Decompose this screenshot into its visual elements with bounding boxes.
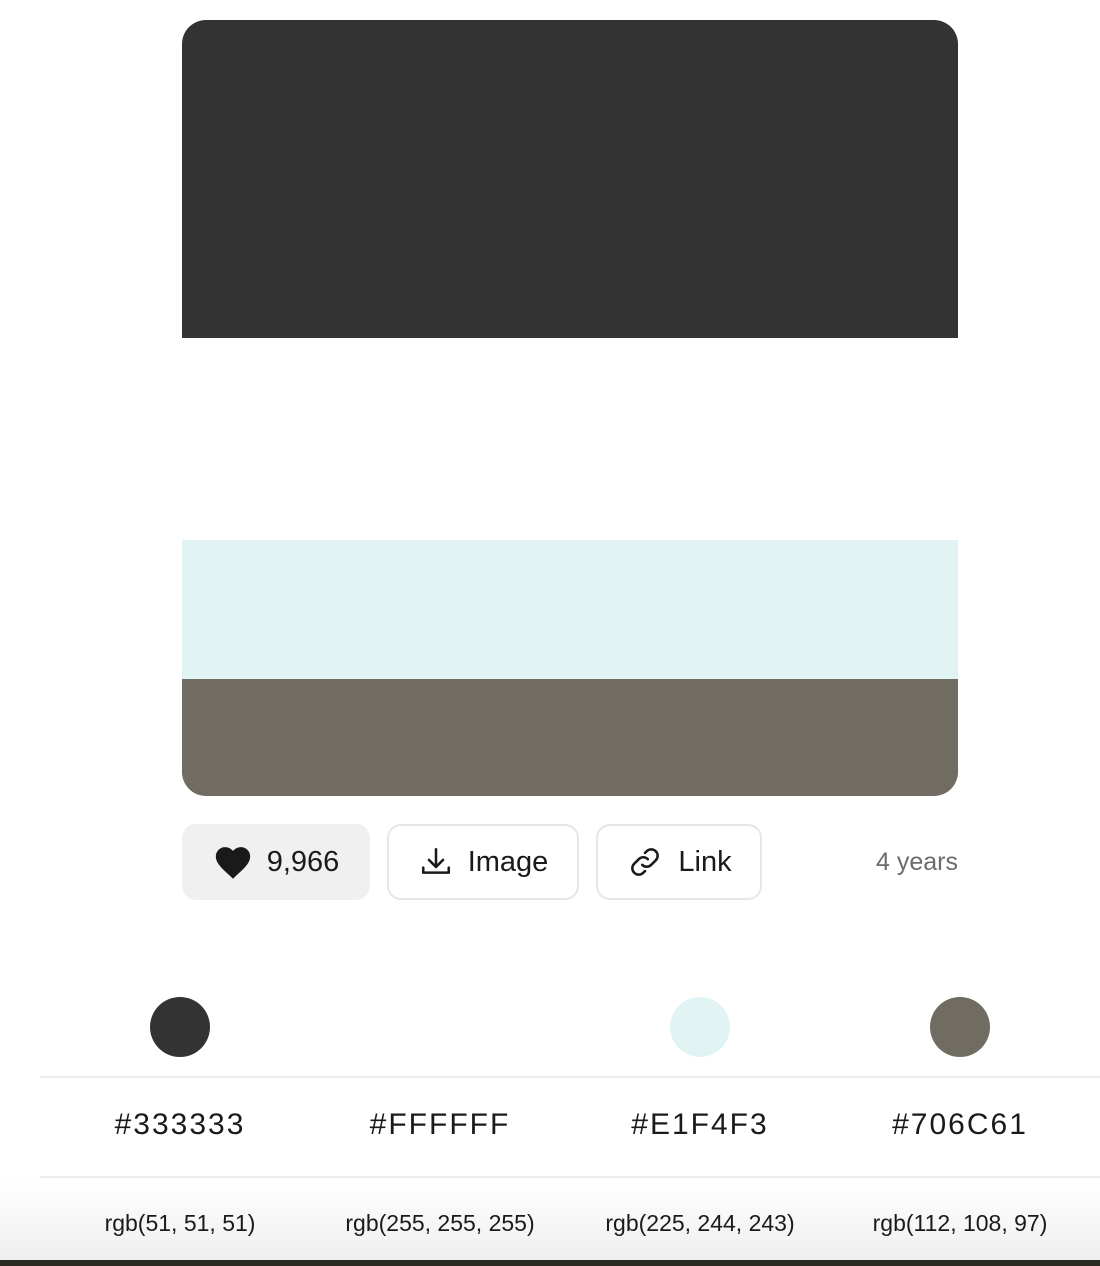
- divider: [40, 1076, 1100, 1078]
- download-image-button[interactable]: Image: [387, 824, 579, 900]
- palette-swatch-3[interactable]: [182, 540, 958, 679]
- palette-actions: 9,966 Image Link 4 years: [182, 824, 958, 900]
- color-dot-3[interactable]: [670, 997, 730, 1057]
- rgb-value-1[interactable]: rgb(51, 51, 51): [50, 1210, 310, 1237]
- hex-value-4[interactable]: #706C61: [830, 1108, 1090, 1142]
- color-dot-1[interactable]: [150, 997, 210, 1057]
- color-dot-2[interactable]: [410, 997, 470, 1057]
- color-dot-4[interactable]: [930, 997, 990, 1057]
- link-icon: [626, 845, 664, 879]
- download-image-label: Image: [467, 845, 549, 878]
- rgb-value-2[interactable]: rgb(255, 255, 255): [310, 1210, 570, 1237]
- hex-value-3[interactable]: #E1F4F3: [570, 1108, 830, 1142]
- palette-preview: [182, 20, 958, 796]
- palette-swatch-1[interactable]: [182, 20, 958, 338]
- color-dots: [0, 997, 1100, 1057]
- hex-value-2[interactable]: #FFFFFF: [310, 1108, 570, 1142]
- palette-age: 4 years: [876, 847, 958, 876]
- palette-swatch-4[interactable]: [182, 679, 958, 796]
- page-edge: [0, 1260, 1100, 1266]
- hex-value-1[interactable]: #333333: [50, 1108, 310, 1142]
- divider: [40, 1176, 1100, 1178]
- like-count: 9,966: [266, 845, 340, 878]
- palette-swatch-2[interactable]: [182, 338, 958, 540]
- like-button[interactable]: 9,966: [182, 824, 370, 900]
- rgb-value-4[interactable]: rgb(112, 108, 97): [830, 1210, 1090, 1237]
- copy-link-button[interactable]: Link: [596, 824, 762, 900]
- heart-icon: [213, 844, 253, 880]
- copy-link-label: Link: [678, 845, 732, 878]
- download-icon: [418, 845, 454, 879]
- rgb-value-3[interactable]: rgb(225, 244, 243): [570, 1210, 830, 1237]
